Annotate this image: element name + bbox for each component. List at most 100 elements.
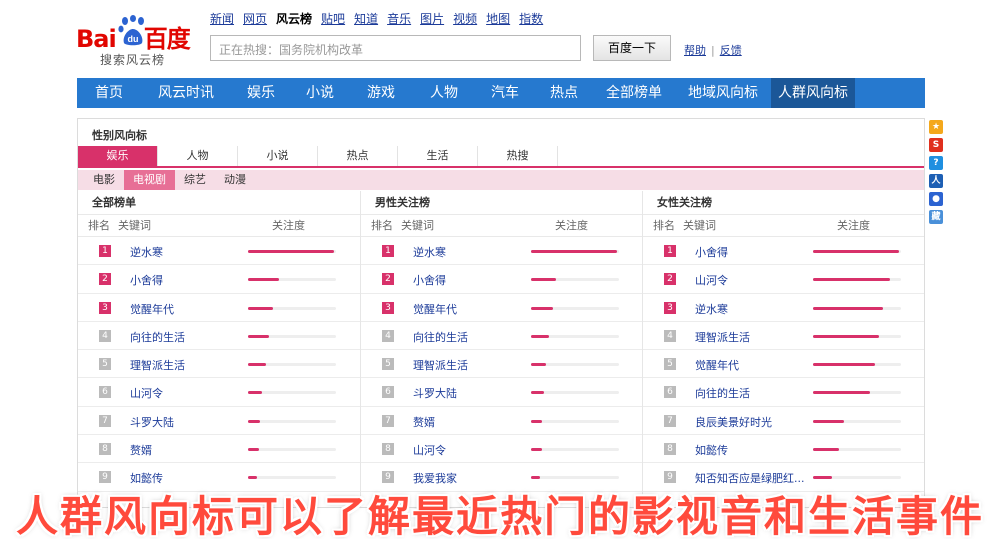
ranking-row: 3 觉醒年代: [361, 294, 642, 322]
rank-badge: 2: [382, 273, 394, 286]
keyword-link[interactable]: 山河令: [695, 272, 728, 288]
category-tab[interactable]: 风云时讯: [141, 78, 231, 108]
rank-badge: 1: [99, 245, 111, 257]
top-link[interactable]: 音乐: [387, 10, 411, 27]
topic-tab[interactable]: 热搜: [478, 146, 558, 166]
top-link[interactable]: 图片: [420, 10, 444, 27]
top-link[interactable]: 风云榜: [276, 10, 312, 27]
rank-badge: 8: [664, 443, 676, 456]
topic-tab[interactable]: 热点: [318, 146, 398, 166]
attention-bar: [531, 419, 619, 423]
attention-bar-fill: [248, 419, 261, 423]
top-link[interactable]: 指数: [519, 10, 543, 27]
subtopic-tab[interactable]: 电影: [84, 170, 124, 190]
topic-tab[interactable]: 娱乐: [78, 146, 158, 166]
subtopic-tab[interactable]: 综艺: [175, 170, 215, 190]
attention-bar-fill: [813, 363, 875, 367]
topic-tab[interactable]: 生活: [398, 146, 478, 166]
keyword-link[interactable]: 逆水寒: [130, 244, 163, 260]
ranking-row: 2 小舍得: [78, 265, 360, 294]
attention-bar: [531, 391, 619, 395]
category-tab[interactable]: 汽车: [475, 78, 535, 108]
keyword-link[interactable]: 觉醒年代: [130, 301, 174, 317]
ranking-row: 1 小舍得: [643, 237, 924, 266]
rank-badge: 9: [99, 471, 111, 484]
keyword-link[interactable]: 山河令: [413, 442, 446, 458]
keyword-link[interactable]: 觉醒年代: [695, 357, 739, 373]
topic-tab[interactable]: 小说: [238, 146, 318, 166]
weibo-icon[interactable]: S: [929, 138, 943, 152]
rank-badge: 2: [99, 273, 111, 286]
category-nav: 首页 风云时讯 娱乐 小说 游戏 人物 汽车 热点 全部榜单 地域风向标 人群风向标: [77, 78, 925, 108]
topic-tabs: 娱乐 人物 小说 热点 生活 热搜: [78, 146, 924, 168]
topic-tab[interactable]: 人物: [158, 146, 238, 166]
category-tab[interactable]: 人物: [413, 78, 475, 108]
keyword-link[interactable]: 小舍得: [130, 272, 163, 288]
qzone-icon[interactable]: ?: [929, 156, 943, 170]
attention-bar: [813, 250, 901, 253]
category-tab[interactable]: 娱乐: [231, 78, 291, 108]
star-icon[interactable]: ★: [929, 120, 943, 134]
bookmark-icon[interactable]: 藏: [929, 210, 943, 224]
category-tab[interactable]: 热点: [535, 78, 593, 108]
attention-bar-fill: [813, 306, 884, 310]
top-link[interactable]: 新闻: [210, 10, 234, 27]
keyword-link[interactable]: 山河令: [130, 385, 163, 401]
category-tab[interactable]: 地域风向标: [675, 78, 771, 108]
subtopic-tab[interactable]: 动漫: [215, 170, 255, 190]
logo-subtitle: 搜索风云榜: [100, 53, 166, 67]
ranking-row: 3 逆水寒: [643, 294, 924, 322]
attention-bar: [531, 448, 619, 452]
baidu-paw-icon: du: [118, 15, 144, 46]
rank-badge: 8: [382, 443, 394, 456]
top-link[interactable]: 贴吧: [321, 10, 345, 27]
keyword-link[interactable]: 觉醒年代: [413, 301, 457, 317]
keyword-link[interactable]: 良辰美景好时光: [695, 414, 772, 430]
category-tab[interactable]: 全部榜单: [593, 78, 675, 108]
subtopic-tab[interactable]: 电视剧: [124, 170, 175, 190]
search-button[interactable]: 百度一下: [593, 35, 671, 61]
ranking-row: 2 山河令: [643, 265, 924, 294]
column-title: 全部榜单: [78, 191, 360, 215]
keyword-link[interactable]: 如懿传: [695, 442, 728, 458]
category-tab[interactable]: 人群风向标: [771, 78, 855, 108]
keyword-link[interactable]: 向往的生活: [695, 385, 750, 401]
feedback-link[interactable]: 反馈: [720, 44, 742, 57]
keyword-link[interactable]: 理智派生活: [695, 329, 750, 345]
keyword-link[interactable]: 理智派生活: [130, 357, 185, 373]
top-link[interactable]: 地图: [486, 10, 510, 27]
category-tab[interactable]: 小说: [291, 78, 349, 108]
keyword-link[interactable]: 赘婿: [413, 414, 435, 430]
search-input[interactable]: 正在热搜：国务院机构改革: [210, 35, 581, 61]
share-sidebar: ★ S? 人 ● 藏: [929, 120, 945, 228]
attention-bar: [248, 250, 336, 253]
baidu-logo[interactable]: Bai 百度 du 搜索风云榜: [76, 15, 204, 67]
top-link[interactable]: 知道: [354, 10, 378, 27]
ranking-row: 4 向往的生活: [361, 322, 642, 351]
keyword-link[interactable]: 逆水寒: [695, 301, 728, 317]
attention-bar-fill: [531, 334, 549, 338]
keyword-link[interactable]: 向往的生活: [130, 329, 185, 345]
keyword-link[interactable]: 斗罗大陆: [413, 385, 457, 401]
logo-bai-text: Bai: [76, 25, 117, 53]
ranking-row: 6 向往的生活: [643, 378, 924, 407]
category-tab[interactable]: 首页: [77, 78, 141, 108]
header-keyword: 关键词: [118, 219, 151, 232]
keyword-link[interactable]: 赘婿: [130, 442, 152, 458]
category-tab[interactable]: 游戏: [349, 78, 413, 108]
keyword-link[interactable]: 理智派生活: [413, 357, 468, 373]
top-link[interactable]: 网页: [243, 10, 267, 27]
baidu-paw-icon[interactable]: ●: [929, 192, 943, 206]
keyword-link[interactable]: 小舍得: [413, 272, 446, 288]
attention-bar-fill: [248, 278, 279, 282]
keyword-link[interactable]: 小舍得: [695, 244, 728, 260]
keyword-link[interactable]: 向往的生活: [413, 329, 468, 345]
top-link[interactable]: 视频: [453, 10, 477, 27]
renren-icon[interactable]: 人: [929, 174, 943, 188]
help-link[interactable]: 帮助: [684, 44, 706, 57]
ranking-row: 8 赘婿: [78, 435, 360, 464]
keyword-link[interactable]: 逆水寒: [413, 244, 446, 260]
attention-bar: [248, 391, 336, 395]
panel-title: 性别风向标: [92, 129, 147, 142]
keyword-link[interactable]: 斗罗大陆: [130, 414, 174, 430]
